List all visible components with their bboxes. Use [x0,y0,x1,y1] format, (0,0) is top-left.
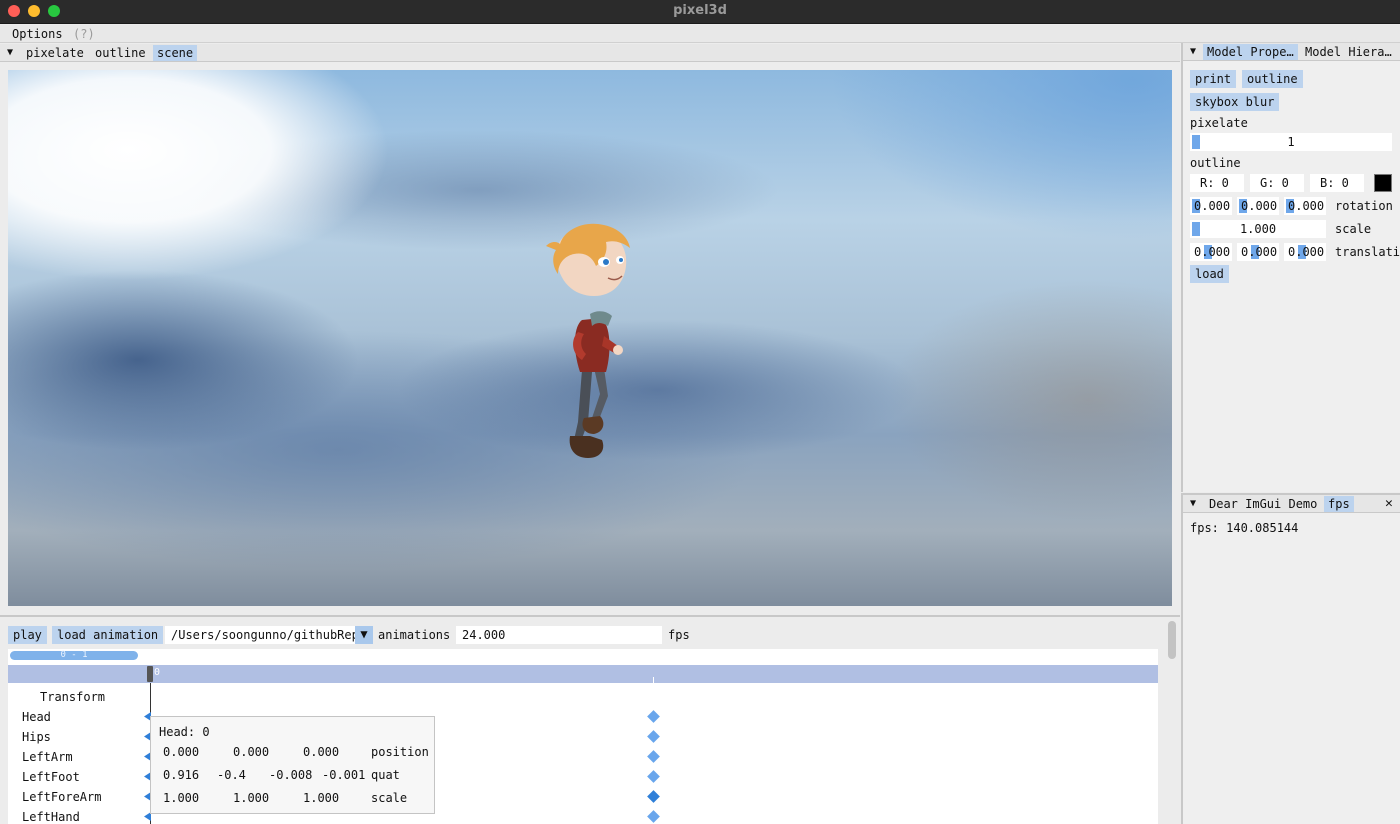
rotation-x-input[interactable]: 0.000 [1190,197,1232,215]
scale-y: 1.000 [233,791,270,805]
rotation-z-input[interactable]: 0.000 [1284,197,1326,215]
pixelate-value: 1 [1287,135,1295,149]
fps-label: fps [668,628,690,642]
fps-tab-bar: ▼ Dear ImGui Demo fps ✕ [1183,495,1400,513]
playhead-frame: 0 [154,667,161,678]
scale-value: 1.000 [1239,222,1277,236]
timeline-ruler[interactable] [8,665,1158,683]
properties-tab-bar: ▼ Model Prope… Model Hiera… [1183,43,1400,61]
track-leftforearm[interactable]: LeftForeArm [22,790,101,804]
animations-label: animations [378,628,451,642]
position-label: position [371,745,429,759]
transform-header: Transform [40,690,106,704]
print-button[interactable]: print [1190,70,1237,88]
scale-slider[interactable]: 1.000 [1190,220,1326,238]
model-properties-panel: ▼ Model Prope… Model Hiera… print outlin… [1181,43,1400,492]
scrollbar-thumb[interactable] [1168,621,1176,659]
track-head[interactable]: Head [22,710,51,724]
tab-model-properties[interactable]: Model Prope… [1203,44,1298,60]
playhead-handle[interactable] [147,666,153,682]
translation-label: translati [1335,245,1400,259]
translation-y-input[interactable]: 0.000 [1237,243,1279,261]
load-animation-button[interactable]: load animation [52,626,164,644]
position-x: 0.000 [163,745,200,759]
scale-x: 1.000 [163,791,200,805]
tab-scene[interactable]: scene [153,45,198,61]
play-button[interactable]: play [8,626,47,644]
outline-r-input[interactable]: R: 0 [1190,174,1244,192]
pixelate-label: pixelate [1190,116,1248,130]
fps-readout: fps: 140.085144 [1190,521,1299,535]
outline-label: outline [1190,156,1241,170]
scale-label: scale [1335,222,1372,236]
outline-color-swatch[interactable] [1374,174,1392,192]
collapse-triangle-icon[interactable]: ▼ [1190,498,1196,509]
collapse-triangle-icon[interactable]: ▼ [7,47,13,58]
tab-pixelate[interactable]: pixelate [22,45,88,61]
tab-imgui-demo[interactable]: Dear ImGui Demo [1205,496,1321,512]
keyframe-hips-1[interactable] [647,730,660,743]
keyframe-leftarm-1[interactable] [647,750,660,763]
quat-y: -0.008 [269,768,313,782]
keyframe-lefthand-1[interactable] [647,810,660,823]
menu-options[interactable]: Options [12,27,63,41]
outline-g-input[interactable]: G: 0 [1250,174,1304,192]
scene-tab-bar: ▼ pixelate outline scene [0,44,1180,62]
fps-input[interactable]: 24.000 [456,626,662,644]
tab-fps[interactable]: fps [1324,496,1354,512]
position-z: 0.000 [303,745,340,759]
track-hips[interactable]: Hips [22,730,51,744]
outline-b-input[interactable]: B: 0 [1310,174,1364,192]
track-leftarm[interactable]: LeftArm [22,750,73,764]
load-model-button[interactable]: load [1190,265,1229,283]
timeline-scrollbar[interactable] [1165,617,1179,824]
close-icon[interactable]: ✕ [1385,496,1393,511]
track-lefthand[interactable]: LeftHand [22,810,80,824]
keyframe-tooltip: Head: 0 0.000 0.000 0.000 position 0.916… [150,716,435,814]
ruler-tick [653,677,654,683]
rotation-label: rotation [1335,199,1393,213]
window-title: pixel3d [673,3,727,18]
track-leftfoot[interactable]: LeftFoot [22,770,80,784]
quat-w: 0.916 [163,768,200,782]
pixelate-slider[interactable]: 1 [1190,133,1392,151]
quat-z: -0.001 [322,768,366,782]
tab-outline[interactable]: outline [91,45,150,61]
quat-label: quat [371,768,400,782]
dropdown-arrow-icon[interactable]: ▼ [355,626,373,644]
scene-viewport[interactable] [8,70,1172,606]
menu-bar: Options (?) [0,25,1400,43]
rotation-y-input[interactable]: 0.000 [1237,197,1279,215]
menu-help[interactable]: (?) [73,27,95,41]
keyframe-head-1[interactable] [647,710,660,723]
character-model [546,223,630,458]
keyframe-leftforearm-1[interactable] [647,790,660,803]
position-y: 0.000 [233,745,270,759]
scale-label: scale [371,791,408,805]
translation-z-input[interactable]: 0.000 [1284,243,1326,261]
tooltip-title: Head: 0 [159,725,210,739]
frame-range-slider[interactable]: 0 - 1 [10,651,138,660]
keyframe-leftfoot-1[interactable] [647,770,660,783]
tab-model-hierarchy[interactable]: Model Hiera… [1301,44,1396,60]
animation-path-combo[interactable]: /Users/soongunno/githubRepo [165,626,355,644]
skybox-blur-button[interactable]: skybox blur [1190,93,1280,111]
scale-z: 1.000 [303,791,340,805]
collapse-triangle-icon[interactable]: ▼ [1190,46,1196,57]
outline-button[interactable]: outline [1242,70,1303,88]
title-bar: pixel3d [0,0,1400,24]
quat-x: -0.4 [217,768,246,782]
fps-panel: ▼ Dear ImGui Demo fps ✕ fps: 140.085144 [1181,493,1400,824]
translation-x-input[interactable]: 0.000 [1190,243,1232,261]
